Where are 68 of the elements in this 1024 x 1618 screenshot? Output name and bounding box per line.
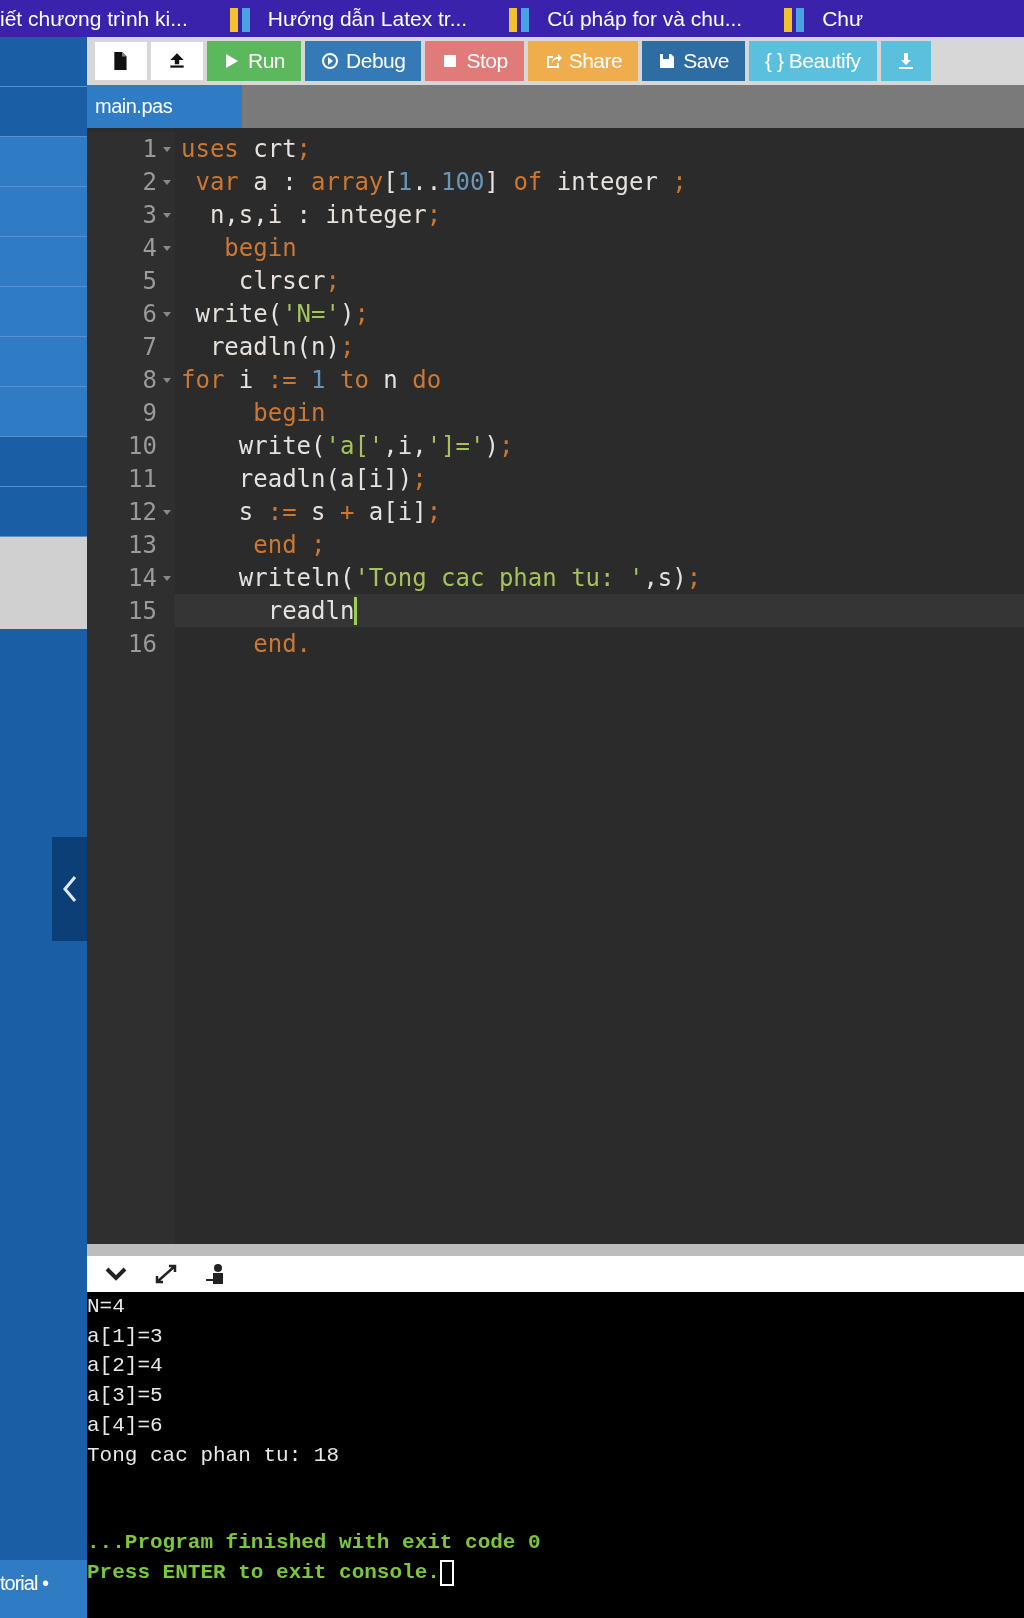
sidebar-item[interactable]	[0, 237, 87, 287]
console-message: Press ENTER to exit console.	[87, 1559, 440, 1586]
code-line: for i := 1 to n do	[180, 365, 442, 394]
console-message: ...Program finished with exit code 0	[87, 1530, 541, 1557]
bookmark-link[interactable]: Cú pháp for và chu...	[547, 6, 743, 31]
save-button[interactable]: Save	[642, 41, 746, 81]
run-button[interactable]: Run	[207, 41, 302, 81]
expand-icon[interactable]	[153, 1262, 179, 1286]
code-line: clrscr;	[237, 266, 340, 295]
console-output: a[1]=3	[87, 1323, 164, 1350]
code-line: begin	[252, 398, 326, 427]
sidebar-item[interactable]	[0, 387, 87, 437]
sidebar-item[interactable]	[0, 137, 87, 187]
code-line: s := s + a[i];	[237, 497, 442, 526]
line-number: 10	[127, 431, 158, 460]
code-line: readln(n);	[208, 332, 355, 361]
line-number: 15	[127, 596, 158, 625]
chevron-left-icon	[61, 875, 78, 903]
console-output: Tong cac phan tu: 18	[87, 1442, 341, 1469]
code-line: n,s,i : integer;	[208, 200, 442, 229]
line-number: 9	[141, 398, 158, 427]
line-number: 6	[87, 299, 175, 328]
code-line: end ;	[252, 530, 326, 559]
code-line: var a : array[1..100] of integer ;	[194, 167, 687, 196]
code-line: write('a[',i,']=');	[237, 431, 514, 460]
line-number: 11	[127, 464, 158, 493]
save-icon	[658, 52, 677, 70]
upload-button[interactable]	[151, 42, 203, 80]
code-line: writeln('Tong cac phan tu: ',s);	[237, 563, 702, 592]
collapse-sidebar-button[interactable]	[52, 837, 87, 941]
line-number: 12	[87, 497, 175, 526]
line-number: 16	[127, 629, 158, 658]
code-line: uses crt;	[180, 134, 312, 163]
bookmark-link[interactable]: iết chương trình ki...	[0, 6, 188, 31]
code-line: write('N=');	[194, 299, 369, 328]
line-number: 13	[127, 530, 158, 559]
console-output: a[4]=6	[87, 1412, 164, 1439]
new-file-button[interactable]	[95, 42, 147, 80]
sidebar-item[interactable]	[0, 337, 87, 387]
stop-button[interactable]: Stop	[425, 41, 524, 81]
sidebar-item[interactable]	[0, 537, 87, 629]
sidebar-item[interactable]: torial •	[0, 1560, 87, 1618]
splitter-bar[interactable]	[87, 1244, 1024, 1256]
line-number: 3	[87, 200, 175, 229]
console-output: N=4	[87, 1294, 126, 1320]
bookmark-link[interactable]: Hướng dẫn Latex tr...	[267, 6, 468, 31]
console-cursor	[439, 1559, 454, 1586]
download-icon	[896, 52, 915, 70]
code-line: readln(a[i]);	[237, 464, 427, 493]
code-line: readln	[175, 596, 358, 625]
line-number: 2	[87, 167, 175, 196]
line-number: 8	[87, 365, 175, 394]
console-output: a[3]=5	[87, 1383, 164, 1410]
sidebar-item[interactable]	[0, 187, 87, 237]
sidebar-item[interactable]	[0, 287, 87, 337]
debug-button[interactable]: Debug	[305, 41, 422, 81]
console-output: a[2]=4	[87, 1353, 164, 1380]
file-tab[interactable]: main.pas	[87, 85, 243, 128]
code-line: end.	[252, 629, 312, 658]
line-number: 1	[87, 134, 175, 163]
line-number: 5	[141, 266, 158, 295]
download-button[interactable]	[880, 41, 931, 81]
debug-icon	[321, 52, 340, 70]
line-number: 7	[141, 332, 158, 361]
line-number: 4	[87, 233, 175, 262]
code-line: begin	[223, 233, 297, 262]
bookmark-link[interactable]: Chư	[822, 6, 864, 31]
line-number: 14	[87, 563, 175, 592]
